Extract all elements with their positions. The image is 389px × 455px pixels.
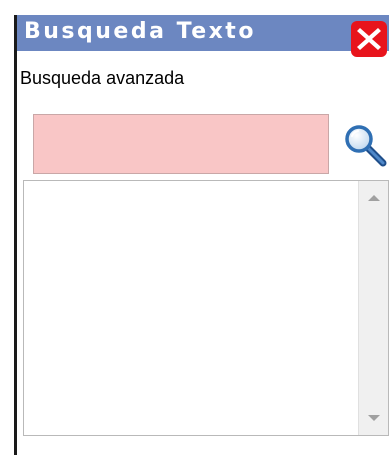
search-button[interactable] [342,122,388,168]
title-bar: Busqueda Texto [17,15,389,51]
scroll-down-arrow-icon[interactable] [368,415,380,421]
results-scrollbar[interactable] [358,181,388,435]
subtitle-advanced-search: Busqueda avanzada [20,68,185,88]
magnifier-icon [345,125,387,167]
close-x-icon [357,28,381,50]
search-input[interactable] [33,114,329,174]
search-dialog: Busqueda Texto Busqueda avanzada [14,15,389,455]
close-button[interactable] [351,21,387,57]
scroll-up-arrow-icon[interactable] [368,195,380,201]
results-list[interactable] [23,180,389,436]
dialog-title: Busqueda Texto [24,19,256,44]
